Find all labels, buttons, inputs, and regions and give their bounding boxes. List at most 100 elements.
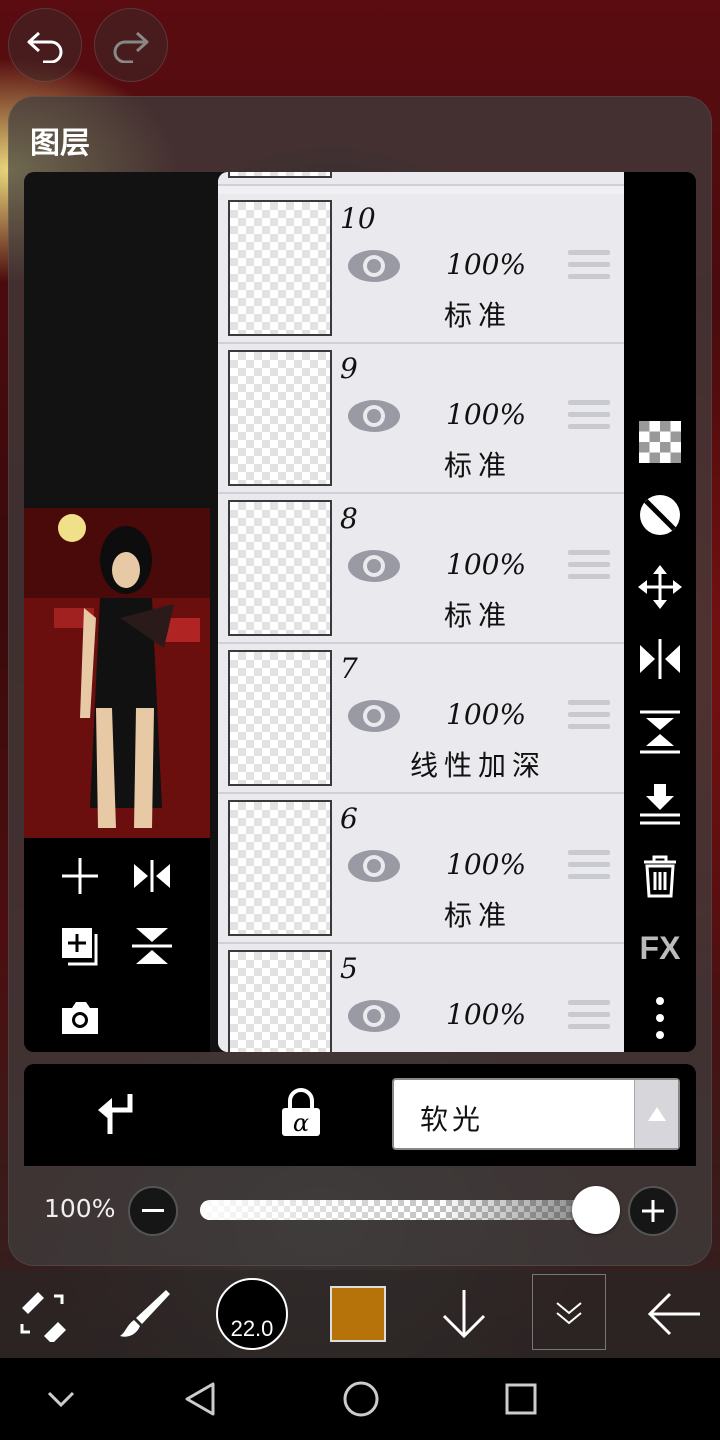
drag-handle-icon[interactable] xyxy=(568,850,610,884)
brush-size-button[interactable]: 22.0 xyxy=(214,1270,290,1358)
move-icon xyxy=(638,565,682,609)
layer-down-button[interactable] xyxy=(434,1270,494,1358)
drag-handle-icon[interactable] xyxy=(568,400,610,434)
triangle-back-icon xyxy=(185,1382,215,1416)
plus-icon xyxy=(62,858,98,894)
opacity-slider-knob[interactable] xyxy=(572,1186,620,1234)
layer-row[interactable]: 8 100% 标准 xyxy=(218,494,624,644)
plus-icon xyxy=(642,1200,664,1222)
flip-horizontal-button[interactable] xyxy=(124,848,180,904)
eye-icon[interactable] xyxy=(346,396,402,436)
eye-icon[interactable] xyxy=(346,996,402,1036)
alpha-lock-icon: α xyxy=(282,1088,320,1137)
back-button[interactable] xyxy=(642,1270,706,1358)
color-picker-button[interactable] xyxy=(328,1270,388,1358)
layer-number: 7 xyxy=(340,652,358,685)
nav-hide-button[interactable] xyxy=(36,1374,86,1424)
minus-icon xyxy=(142,1209,164,1212)
brush-size-circle: 22.0 xyxy=(216,1278,288,1350)
nav-home-button[interactable] xyxy=(336,1374,386,1424)
flip-vertical-button[interactable] xyxy=(124,918,180,974)
layer-row[interactable]: 5 100% xyxy=(218,944,624,1052)
eye-icon[interactable] xyxy=(346,246,402,286)
layer-number: 8 xyxy=(340,502,358,535)
layer-row[interactable]: 7 100% 线性加深 xyxy=(218,644,624,794)
eye-icon[interactable] xyxy=(346,846,402,886)
opacity-slider[interactable] xyxy=(200,1200,600,1220)
flip-horizontal-side-button[interactable] xyxy=(638,637,682,681)
arrow-down-icon xyxy=(442,1290,486,1339)
layer-blend-mode: 标准 xyxy=(443,449,512,482)
more-options-button[interactable] xyxy=(638,996,682,1040)
transparency-button[interactable] xyxy=(638,420,682,464)
layer-row[interactable]: 标准 xyxy=(218,172,624,186)
tool-switch-button[interactable] xyxy=(12,1270,76,1358)
move-button[interactable] xyxy=(638,565,682,609)
layer-number: 9 xyxy=(340,352,358,385)
flip-v-icon xyxy=(132,928,172,964)
invert-button[interactable] xyxy=(638,493,682,537)
layer-thumbnail xyxy=(228,172,332,178)
flip-h-icon xyxy=(640,639,680,679)
delete-layer-button[interactable] xyxy=(638,854,682,898)
chevron-down-icon xyxy=(47,1391,75,1408)
alpha-lock-button[interactable]: α xyxy=(276,1088,326,1138)
flip-v-icon xyxy=(640,710,680,754)
undo-button[interactable] xyxy=(8,8,82,82)
artwork-thumbnail xyxy=(24,508,210,838)
blend-mode-select[interactable]: 软光 xyxy=(392,1078,680,1150)
clipping-button[interactable] xyxy=(92,1090,142,1140)
layer-number: 5 xyxy=(340,952,358,985)
drag-handle-icon[interactable] xyxy=(568,700,610,734)
canvas-preview[interactable] xyxy=(24,508,210,838)
add-layer-button[interactable] xyxy=(52,848,108,904)
nav-back-button[interactable] xyxy=(176,1374,226,1424)
nav-recents-button[interactable] xyxy=(496,1374,546,1424)
duplicate-layer-button[interactable] xyxy=(52,918,108,974)
blend-mode-value: 软光 xyxy=(420,1103,485,1136)
redo-icon xyxy=(113,31,149,63)
eye-icon[interactable] xyxy=(346,546,402,586)
brush-tool-button[interactable] xyxy=(112,1270,176,1358)
merge-down-button[interactable] xyxy=(638,782,682,826)
brush-icon xyxy=(120,1290,170,1337)
layer-row[interactable]: 10 100% 标准 xyxy=(218,194,624,344)
layer-thumbnail xyxy=(228,950,332,1052)
brush-size-value: 22.0 xyxy=(230,1316,274,1341)
drag-handle-icon[interactable] xyxy=(568,550,610,584)
layers-panel-button[interactable] xyxy=(532,1274,606,1350)
layer-opacity: 100% xyxy=(446,998,527,1031)
layer-opacity: 100% xyxy=(446,248,527,281)
panel-title: 图层 xyxy=(30,126,90,161)
layer-blend-mode: 标准 xyxy=(368,172,588,176)
layer-opacity: 100% xyxy=(446,698,527,731)
drag-handle-icon[interactable] xyxy=(568,1000,610,1034)
opacity-value: 100% xyxy=(44,1194,116,1223)
triangle-up-icon xyxy=(647,1107,666,1121)
layer-row[interactable]: 6 100% 标准 xyxy=(218,794,624,944)
opacity-increase-button[interactable] xyxy=(628,1186,678,1236)
layer-thumbnail xyxy=(228,200,332,336)
layer-blend-mode: 标准 xyxy=(443,599,512,632)
arrow-left-icon xyxy=(647,1292,700,1336)
flip-vertical-side-button[interactable] xyxy=(638,710,682,754)
layer-row[interactable]: 9 100% 标准 xyxy=(218,344,624,494)
layer-blend-mode: 标准 xyxy=(443,299,512,332)
layer-number: 6 xyxy=(340,802,358,835)
circle-home-icon xyxy=(343,1381,379,1417)
chevron-double-down-icon xyxy=(556,1302,582,1325)
blend-mode-dropdown[interactable] xyxy=(634,1080,678,1148)
layer-number: 10 xyxy=(340,202,376,235)
redo-button[interactable] xyxy=(94,8,168,82)
pen-eraser-swap-icon xyxy=(20,1292,66,1342)
drag-handle-icon[interactable] xyxy=(568,250,610,284)
layer-opacity: 100% xyxy=(446,848,527,881)
eye-icon[interactable] xyxy=(346,696,402,736)
trash-icon xyxy=(644,855,676,898)
opacity-decrease-button[interactable] xyxy=(128,1186,178,1236)
fx-icon: FX xyxy=(639,929,681,966)
fx-button[interactable]: FX xyxy=(638,926,682,970)
camera-import-button[interactable] xyxy=(52,990,108,1046)
layer-list[interactable]: 标准 10 100% 标准 9 100% 标准 8 100% 标准 7 100%… xyxy=(218,172,624,1052)
layer-thumbnail xyxy=(228,350,332,486)
